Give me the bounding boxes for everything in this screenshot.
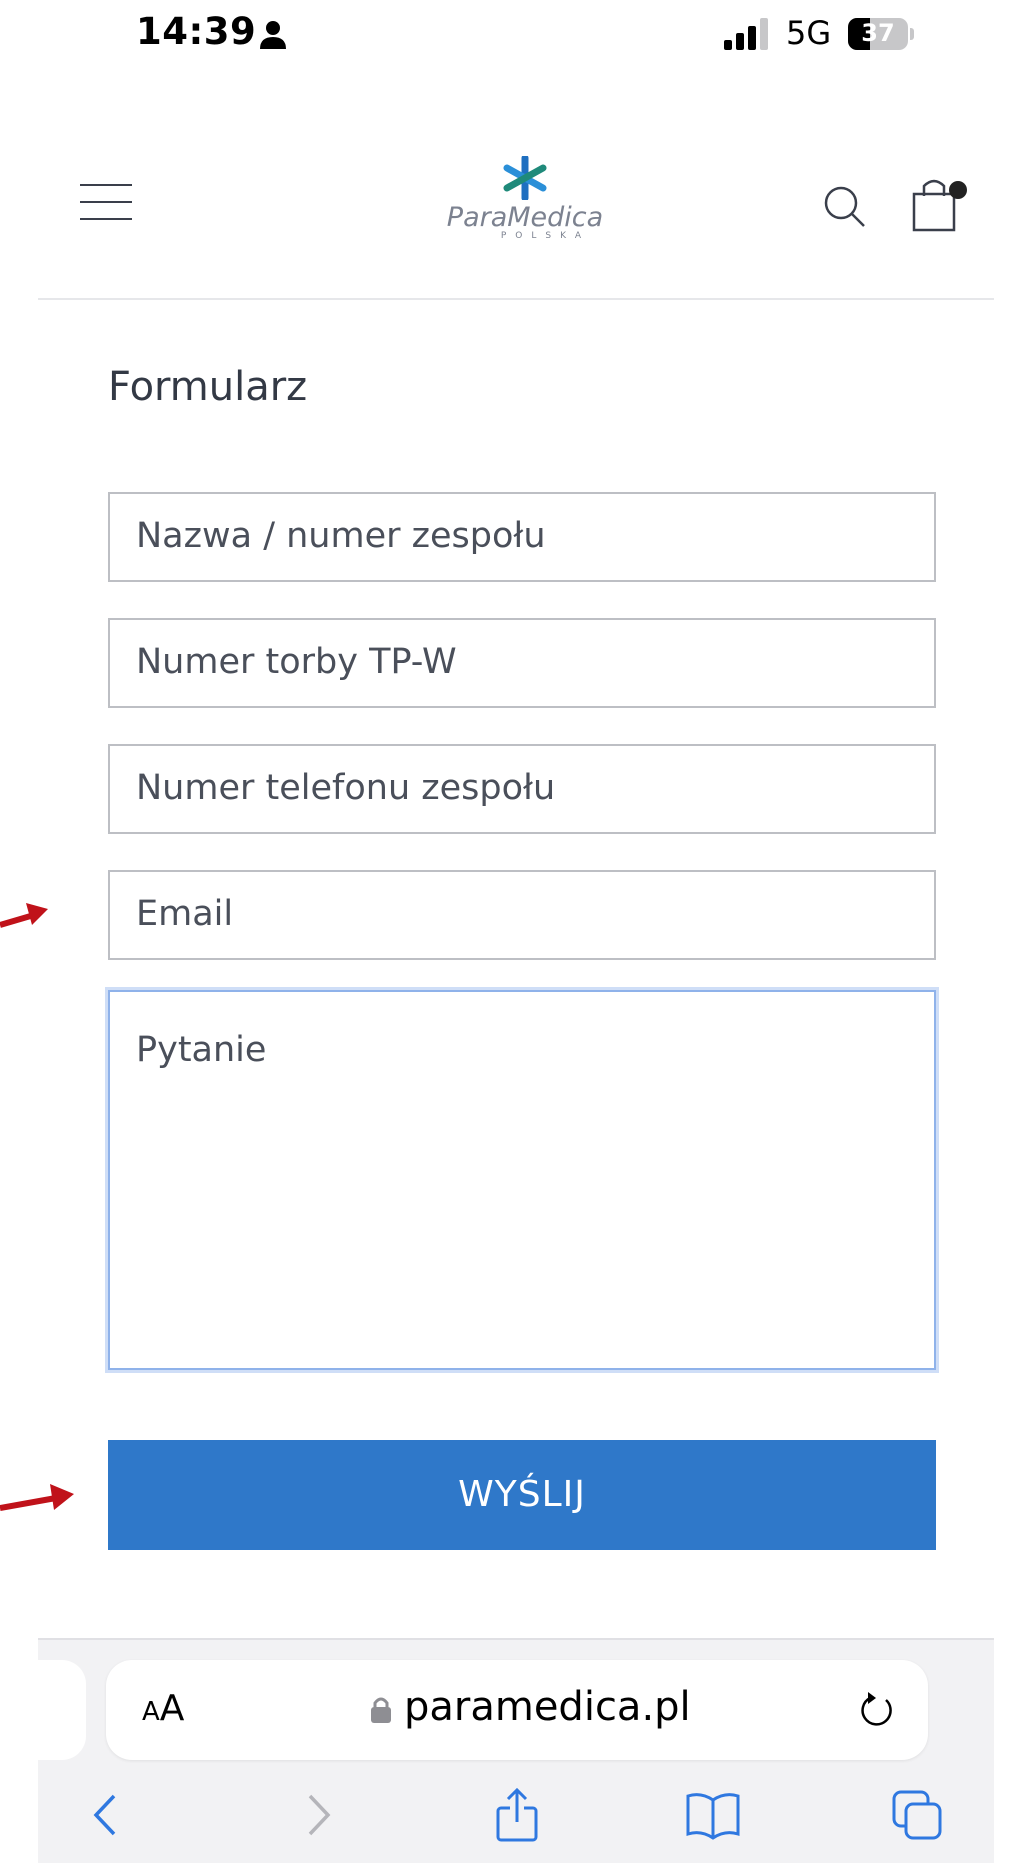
text-size-small: A — [142, 1697, 160, 1727]
address-bar[interactable]: AA paramedica.pl — [106, 1660, 928, 1760]
battery-level: 37 — [861, 19, 895, 47]
cart-icon[interactable] — [908, 178, 968, 232]
status-time: 14:39 — [136, 10, 257, 53]
bookmarks-icon[interactable] — [686, 1788, 740, 1842]
signal-icon — [724, 18, 768, 50]
question-placeholder: Pytanie — [136, 1030, 267, 1070]
back-icon[interactable] — [80, 1788, 134, 1842]
team-phone-field[interactable]: Numer telefonu zespołu — [108, 744, 936, 834]
tabs-icon[interactable] — [890, 1788, 944, 1842]
battery-icon: 37 — [848, 18, 908, 50]
url-text: paramedica.pl — [404, 1684, 691, 1730]
email-field[interactable]: Email — [108, 870, 936, 960]
reload-icon[interactable] — [856, 1690, 896, 1730]
team-name-field[interactable]: Nazwa / numer zespołu — [108, 492, 936, 582]
bag-number-field[interactable]: Numer torby TP-W — [108, 618, 936, 708]
person-icon — [260, 21, 286, 49]
status-bar: 14:39 5G 37 — [0, 0, 1010, 70]
annotation-arrow-icon — [0, 1484, 74, 1511]
site-header: ParaMedica POLSKA — [38, 100, 994, 300]
team-phone-placeholder: Numer telefonu zespołu — [136, 768, 556, 808]
share-icon[interactable] — [490, 1788, 544, 1842]
email-placeholder: Email — [136, 894, 234, 934]
hamburger-menu-icon[interactable] — [80, 184, 132, 220]
question-textarea[interactable]: Pytanie — [108, 990, 936, 1370]
team-name-placeholder: Nazwa / numer zespołu — [136, 516, 546, 556]
logo[interactable]: ParaMedica POLSKA — [430, 156, 620, 256]
submit-button[interactable]: WYŚLIJ — [108, 1440, 936, 1550]
forward-icon[interactable] — [290, 1788, 344, 1842]
lock-icon — [371, 1697, 391, 1723]
network-label: 5G — [786, 14, 832, 52]
annotation-arrow-icon — [0, 903, 48, 928]
previous-tab-peek[interactable] — [38, 1660, 86, 1760]
logo-name: ParaMedica — [446, 202, 604, 233]
text-size-large: A — [159, 1688, 185, 1729]
search-icon[interactable] — [822, 184, 866, 228]
browser-toolbar: AA paramedica.pl — [38, 1638, 994, 1863]
battery-nub — [910, 28, 914, 40]
text-size-button[interactable]: AA — [142, 1688, 184, 1729]
form-title: Formularz — [108, 364, 308, 410]
logo-mark-icon — [503, 156, 547, 200]
bag-number-placeholder: Numer torby TP-W — [136, 642, 457, 682]
